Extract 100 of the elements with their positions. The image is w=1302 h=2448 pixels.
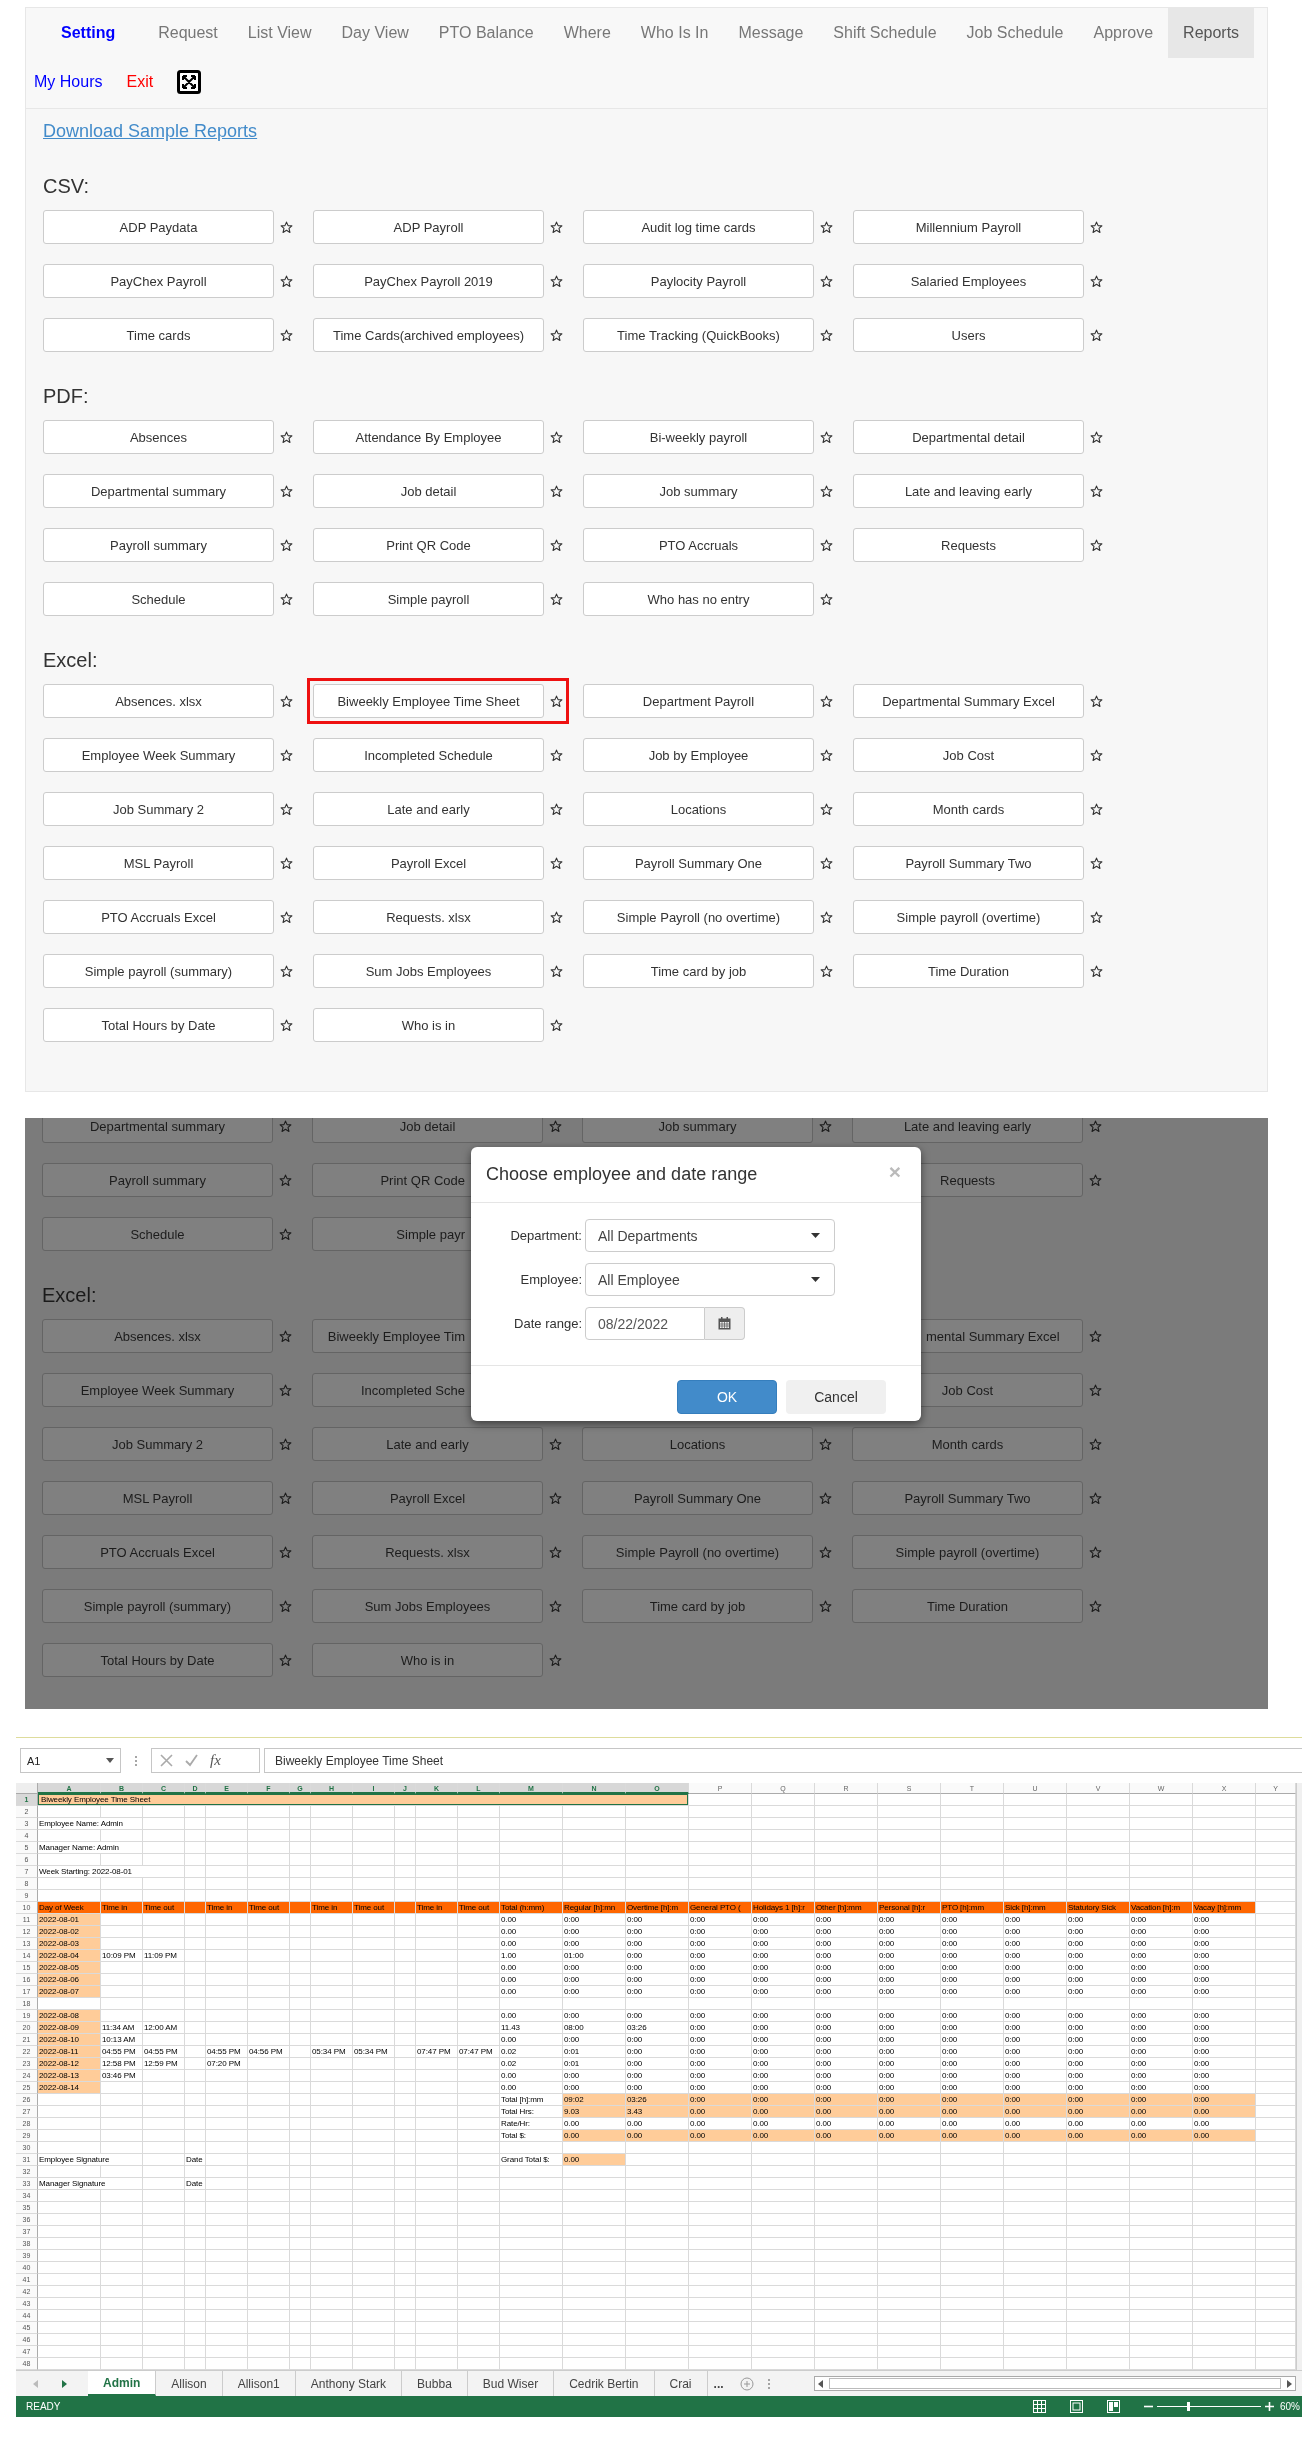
star-icon[interactable] bbox=[1089, 1329, 1102, 1343]
report-button[interactable]: Job Cost bbox=[853, 738, 1084, 772]
nav-tab[interactable]: PTO Balance bbox=[423, 8, 549, 58]
ok-button[interactable]: OK bbox=[677, 1380, 777, 1414]
report-button[interactable]: Sum Jobs Employees bbox=[313, 954, 544, 988]
report-button[interactable]: Who has no entry bbox=[583, 582, 814, 616]
report-button[interactable]: Simple Payroll (no overtime) bbox=[583, 900, 814, 934]
star-icon[interactable] bbox=[820, 856, 833, 870]
report-button[interactable]: PTO Accruals bbox=[583, 528, 814, 562]
star-icon[interactable] bbox=[1089, 1545, 1102, 1559]
star-icon[interactable] bbox=[819, 1119, 832, 1133]
star-icon[interactable] bbox=[279, 1653, 292, 1667]
report-button[interactable]: Department Payroll bbox=[583, 684, 814, 718]
star-icon[interactable] bbox=[1090, 484, 1103, 498]
star-icon[interactable] bbox=[1089, 1173, 1102, 1187]
report-button[interactable]: Requests. xlsx bbox=[313, 900, 544, 934]
report-button[interactable]: Payroll Summary One bbox=[583, 846, 814, 880]
star-icon[interactable] bbox=[279, 1383, 292, 1397]
report-button[interactable]: Locations bbox=[583, 792, 814, 826]
report-button[interactable]: Departmental detail bbox=[853, 420, 1084, 454]
star-icon[interactable] bbox=[280, 802, 293, 816]
report-button[interactable]: Time Duration bbox=[852, 1589, 1083, 1623]
report-button[interactable]: Biweekly Employee Time Sheet bbox=[313, 684, 544, 718]
star-icon[interactable] bbox=[280, 1018, 293, 1032]
star-icon[interactable] bbox=[820, 964, 833, 978]
star-icon[interactable] bbox=[550, 430, 563, 444]
zoom-level[interactable]: 60% bbox=[1280, 2401, 1300, 2412]
star-icon[interactable] bbox=[279, 1227, 292, 1241]
report-button[interactable]: Late and early bbox=[312, 1427, 543, 1461]
report-button[interactable]: Time Duration bbox=[853, 954, 1084, 988]
report-button[interactable]: Payroll summary bbox=[43, 528, 274, 562]
star-icon[interactable] bbox=[820, 274, 833, 288]
report-button[interactable]: Incompleted Schedule bbox=[313, 738, 544, 772]
report-button[interactable]: Absences. xlsx bbox=[42, 1319, 273, 1353]
star-icon[interactable] bbox=[550, 910, 563, 924]
next-sheet-icon[interactable] bbox=[60, 2379, 68, 2388]
star-icon[interactable] bbox=[550, 274, 563, 288]
star-icon[interactable] bbox=[279, 1437, 292, 1451]
insert-function-button[interactable]: fx bbox=[210, 1752, 221, 1769]
star-icon[interactable] bbox=[1090, 694, 1103, 708]
star-icon[interactable] bbox=[549, 1545, 562, 1559]
report-button[interactable]: Late and leaving early bbox=[853, 474, 1084, 508]
star-icon[interactable] bbox=[280, 694, 293, 708]
report-button[interactable]: Simple payroll (summary) bbox=[42, 1589, 273, 1623]
nav-tab[interactable]: Request bbox=[143, 8, 233, 58]
nav-tab[interactable]: Where bbox=[548, 8, 626, 58]
star-icon[interactable] bbox=[819, 1545, 832, 1559]
star-icon[interactable] bbox=[280, 328, 293, 342]
report-button[interactable]: Job detail bbox=[313, 474, 544, 508]
star-icon[interactable] bbox=[279, 1599, 292, 1613]
report-button[interactable]: Simple Payroll (no overtime) bbox=[582, 1535, 813, 1569]
report-button[interactable]: Paylocity Payroll bbox=[583, 264, 814, 298]
star-icon[interactable] bbox=[820, 430, 833, 444]
report-button[interactable]: Job detail bbox=[312, 1118, 543, 1143]
report-button[interactable]: Job Summary 2 bbox=[43, 792, 274, 826]
report-button[interactable]: Absences. xlsx bbox=[43, 684, 274, 718]
star-icon[interactable] bbox=[550, 328, 563, 342]
star-icon[interactable] bbox=[1090, 328, 1103, 342]
report-button[interactable]: Requests bbox=[853, 528, 1084, 562]
report-button[interactable]: Simple payroll bbox=[313, 582, 544, 616]
report-button[interactable]: Simple payroll (overtime) bbox=[852, 1535, 1083, 1569]
sheet-tab[interactable]: Admin bbox=[88, 2371, 157, 2396]
star-icon[interactable] bbox=[550, 964, 563, 978]
star-icon[interactable] bbox=[1090, 430, 1103, 444]
report-button[interactable]: Who is in bbox=[313, 1008, 544, 1042]
calendar-button[interactable] bbox=[705, 1307, 745, 1340]
star-icon[interactable] bbox=[1089, 1383, 1102, 1397]
report-button[interactable]: Payroll Summary Two bbox=[853, 846, 1084, 880]
report-button[interactable]: Bi-weekly payroll bbox=[583, 420, 814, 454]
star-icon[interactable] bbox=[549, 1437, 562, 1451]
report-button[interactable]: Time Cards(archived employees) bbox=[313, 318, 544, 352]
cancel-button[interactable]: Cancel bbox=[786, 1380, 886, 1414]
report-button[interactable]: PayChex Payroll 2019 bbox=[313, 264, 544, 298]
report-button[interactable]: Print QR Code bbox=[313, 528, 544, 562]
nav-link[interactable]: My Hours bbox=[34, 73, 103, 91]
star-icon[interactable] bbox=[550, 592, 563, 606]
report-button[interactable]: Job by Employee bbox=[583, 738, 814, 772]
star-icon[interactable] bbox=[1089, 1437, 1102, 1451]
zoom-in-icon[interactable] bbox=[1265, 2402, 1274, 2411]
select-field[interactable]: All Departments bbox=[585, 1219, 835, 1252]
nav-tab[interactable]: List View bbox=[232, 8, 327, 58]
star-icon[interactable] bbox=[1090, 802, 1103, 816]
star-icon[interactable] bbox=[550, 802, 563, 816]
report-button[interactable]: Sum Jobs Employees bbox=[312, 1589, 543, 1623]
star-icon[interactable] bbox=[550, 856, 563, 870]
nav-tab[interactable]: Approve bbox=[1078, 8, 1169, 58]
select-field[interactable]: All Employee bbox=[585, 1263, 835, 1296]
star-icon[interactable] bbox=[549, 1653, 562, 1667]
report-button[interactable]: Payroll Excel bbox=[313, 846, 544, 880]
report-button[interactable]: Simple payroll (overtime) bbox=[853, 900, 1084, 934]
star-icon[interactable] bbox=[280, 430, 293, 444]
report-button[interactable]: Employee Week Summary bbox=[42, 1373, 273, 1407]
report-button[interactable]: Time card by job bbox=[582, 1589, 813, 1623]
star-icon[interactable] bbox=[820, 694, 833, 708]
report-button[interactable]: Locations bbox=[582, 1427, 813, 1461]
star-icon[interactable] bbox=[819, 1491, 832, 1505]
caret-icon[interactable] bbox=[106, 1758, 114, 1763]
star-icon[interactable] bbox=[550, 220, 563, 234]
report-button[interactable]: PTO Accruals Excel bbox=[42, 1535, 273, 1569]
nav-tab[interactable]: Shift Schedule bbox=[818, 8, 952, 58]
